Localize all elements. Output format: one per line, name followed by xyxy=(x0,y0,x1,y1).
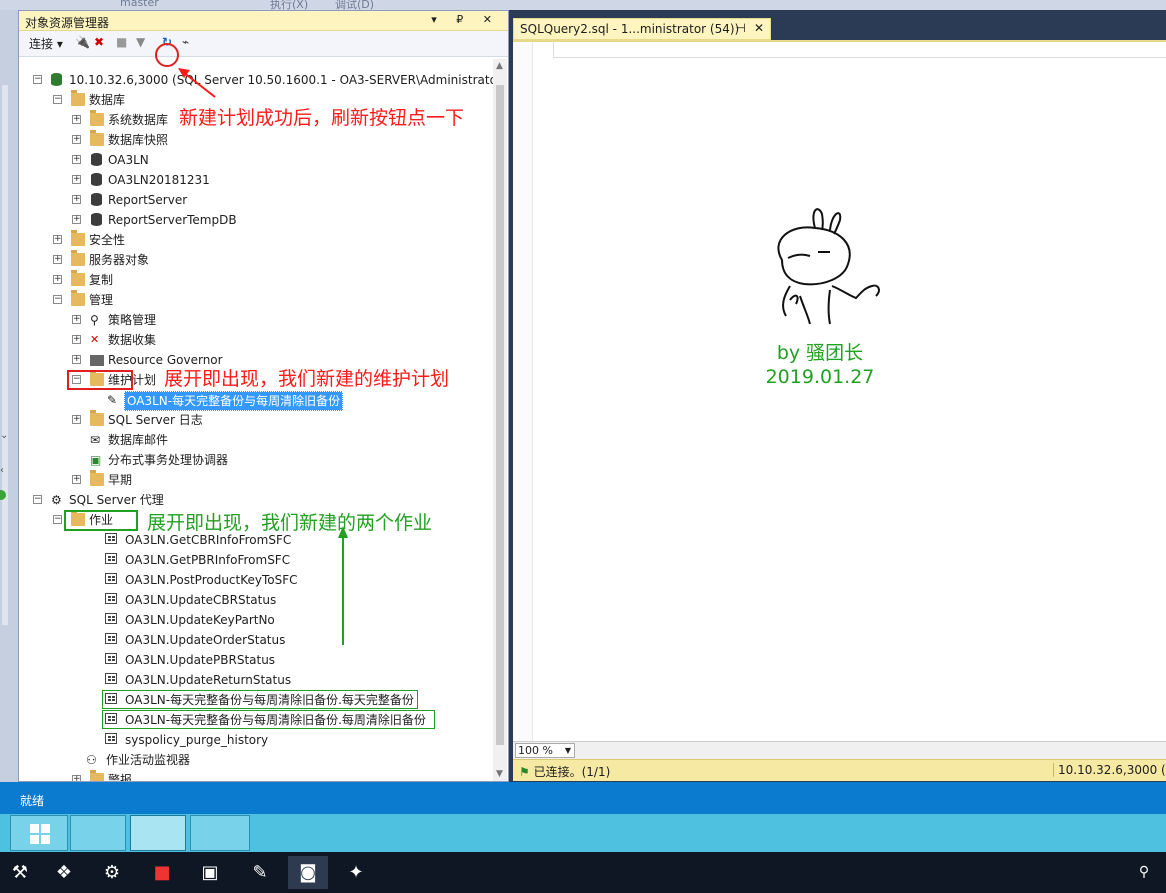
connection-status: 已连接。(1/1) xyxy=(533,765,611,779)
settings-icon[interactable]: ⚙ xyxy=(92,856,132,889)
chevron-down-icon: ▼ xyxy=(564,746,571,755)
taskbar: ⚒ ❖ ⚙ ■ ▣ ✎ ◙ ✦ ⚲ xyxy=(0,852,1166,893)
query-tab[interactable]: SQLQuery2.sql - 1...ministrator (54)) ⊣ … xyxy=(513,18,771,40)
zoom-select[interactable]: 100 % ▼ xyxy=(515,743,575,758)
query-tab-title: SQLQuery2.sql - 1...ministrator (54)) xyxy=(520,22,740,36)
ssms-icon[interactable]: ◙ xyxy=(288,856,328,889)
mascot-caption: by 骚团长 xyxy=(776,342,864,364)
server-status: 10.10.32.6,3000 (10 xyxy=(1053,763,1166,777)
annotation-refresh: 新建计划成功后，刷新按钮点一下 xyxy=(179,107,465,129)
youdao-icon[interactable]: ■ xyxy=(142,856,182,889)
query-status-bar: ⚑ 已连接。(1/1) 10.10.32.6,3000 (10 xyxy=(513,759,1166,781)
server-manager-icon[interactable]: ⚒ xyxy=(0,856,40,889)
mascot-image xyxy=(777,208,880,325)
quick-launch-bar xyxy=(0,814,1166,852)
explorer-icon[interactable] xyxy=(190,815,250,851)
monitor-icon[interactable]: ▣ xyxy=(190,856,230,889)
annotation-maintenance: 展开即出现，我们新建的维护计划 xyxy=(164,368,450,390)
user-icon[interactable]: ⚲ xyxy=(1124,856,1164,889)
annotation-jobs: 展开即出现，我们新建的两个作业 xyxy=(147,512,433,534)
editor-margin xyxy=(513,42,533,745)
network-icon[interactable]: ❖ xyxy=(44,856,84,889)
paint-icon[interactable]: ✦ xyxy=(336,856,376,889)
server-manager-icon[interactable] xyxy=(70,815,126,851)
status-bar: 就绪 xyxy=(0,782,1166,814)
ssms-launch-icon[interactable] xyxy=(130,815,186,851)
pen-icon[interactable]: ✎ xyxy=(240,856,280,889)
query-editor[interactable] xyxy=(513,40,1166,745)
start-button[interactable] xyxy=(10,815,68,851)
connected-icon: ⚑ xyxy=(519,765,530,779)
editor-current-line xyxy=(553,42,1166,58)
close-icon[interactable]: ✕ xyxy=(754,21,764,35)
zoom-bar: 100 % ▼ xyxy=(513,741,1166,759)
mascot-date: 2019.01.27 xyxy=(765,366,875,388)
status-text: 就绪 xyxy=(20,794,45,808)
red-arrow xyxy=(182,71,216,98)
pin-icon[interactable]: ⊣ xyxy=(736,21,746,35)
